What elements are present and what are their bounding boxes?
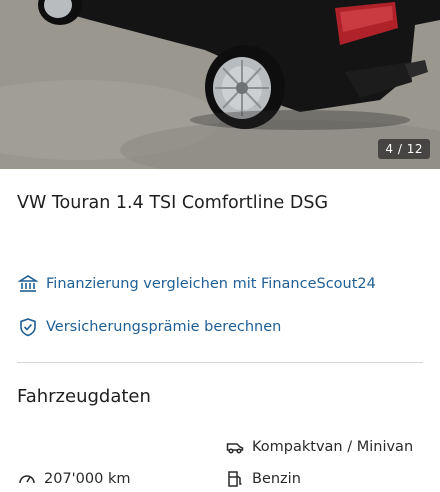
spec-fuel-value: Benzin — [252, 471, 301, 487]
car-body-icon — [226, 438, 244, 456]
bank-icon — [17, 274, 39, 294]
spec-body-type: Kompaktvan / Minivan — [226, 438, 413, 456]
spec-mileage-value: 207'000 km — [44, 471, 131, 487]
insurance-link[interactable]: Versicherungsprämie berechnen — [18, 317, 281, 337]
vehicle-data-heading: Fahrzeugdaten — [17, 386, 151, 407]
financing-link[interactable]: Finanzierung vergleichen mit FinanceScou… — [17, 274, 376, 294]
section-divider — [17, 362, 423, 363]
listing-photo[interactable]: 4 / 12 — [0, 0, 440, 169]
spec-body-type-value: Kompaktvan / Minivan — [252, 439, 414, 455]
car-rear-photo — [0, 0, 440, 169]
photo-counter: 4 / 12 — [378, 139, 430, 159]
financing-link-label: Finanzierung vergleichen mit FinanceScou… — [46, 276, 376, 292]
shield-check-icon — [18, 317, 38, 337]
listing-title: VW Touran 1.4 TSI Comfortline DSG — [17, 193, 329, 213]
spec-mileage: 207'000 km — [18, 470, 130, 488]
fuel-icon — [226, 470, 244, 488]
spec-fuel: Benzin — [226, 470, 301, 488]
insurance-link-label: Versicherungsprämie berechnen — [46, 319, 282, 335]
odometer-icon — [18, 470, 36, 488]
